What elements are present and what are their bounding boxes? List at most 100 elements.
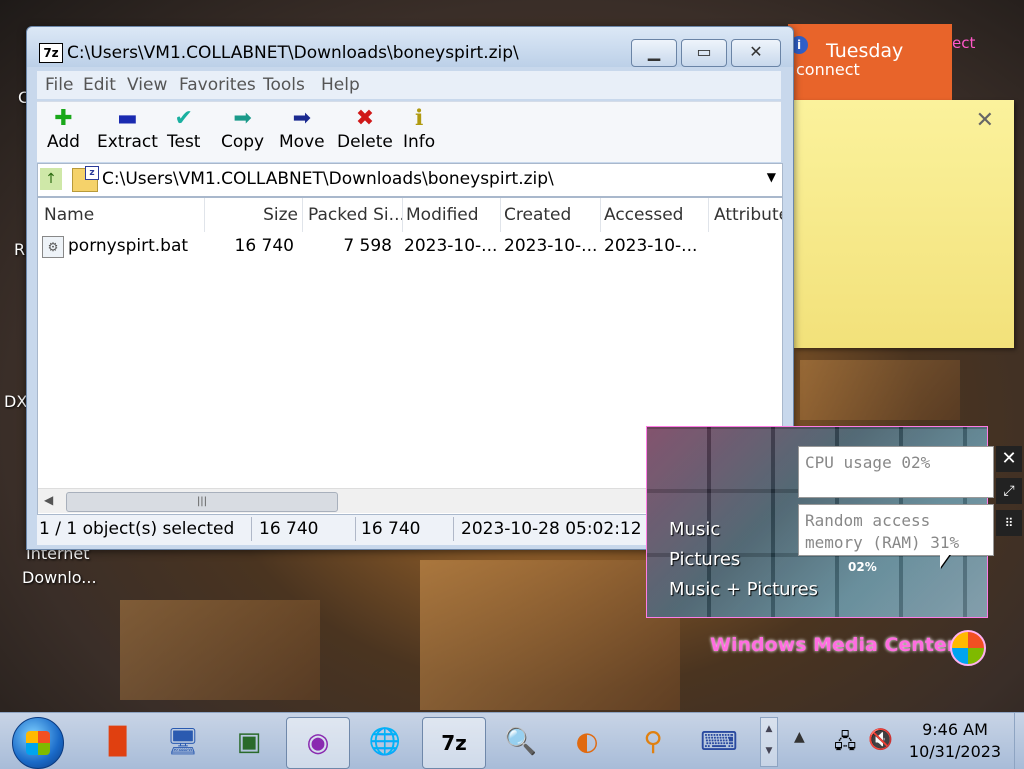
cpu-usage-label: CPU usage 02% bbox=[805, 453, 931, 472]
checkmark-icon: ✔ bbox=[174, 106, 193, 131]
table-row[interactable]: ⚙ pornyspirt.bat 16 740 7 598 2023-10-..… bbox=[38, 232, 782, 262]
close-button[interactable]: ✕ bbox=[731, 39, 781, 67]
magnifier-computer-icon[interactable]: 🔍 bbox=[490, 717, 552, 767]
close-icon[interactable]: ✕ bbox=[976, 108, 994, 133]
windows-logo-icon bbox=[26, 731, 50, 755]
scrollbar-thumb[interactable]: ||| bbox=[66, 492, 338, 512]
close-icon: ✕ bbox=[749, 42, 763, 61]
plus-icon: ✚ bbox=[54, 106, 73, 131]
scroll-left-icon[interactable]: ◀ bbox=[44, 493, 53, 507]
media-pictures[interactable]: Pictures bbox=[669, 549, 740, 570]
status-packed: 16 740 bbox=[361, 519, 421, 539]
window-title: C:\Users\VM1.COLLABNET\Downloads\boneysp… bbox=[67, 43, 519, 63]
calendar-day: Tuesday bbox=[826, 40, 904, 62]
cell-packed: 7 598 bbox=[343, 236, 392, 256]
menu-bar: File Edit View Favorites Tools Help bbox=[37, 71, 781, 99]
info-icon: ℹ bbox=[414, 106, 424, 131]
office-icon[interactable]: ▉ bbox=[88, 717, 150, 767]
batch-file-icon: ⚙ bbox=[42, 236, 64, 258]
column-header-name[interactable]: Name bbox=[38, 198, 205, 232]
ram-label-line1: Random access bbox=[805, 511, 931, 530]
desktop-icon-label[interactable]: R bbox=[14, 240, 25, 259]
chevron-down-icon[interactable]: ▼ bbox=[767, 170, 776, 184]
calendar-gadget[interactable]: i Tuesday connect bbox=[788, 24, 952, 104]
clock-date: 10/31/2023 bbox=[908, 742, 1002, 761]
search-icon[interactable]: ⚲ bbox=[622, 717, 684, 767]
move-arrow-icon: ➡ bbox=[292, 106, 312, 131]
delete-x-icon: ✖ bbox=[355, 106, 375, 131]
maximize-button[interactable]: ▭ bbox=[681, 39, 727, 67]
minimize-button[interactable]: ▁ bbox=[631, 39, 677, 67]
keyboard-icon[interactable]: ⌨ bbox=[688, 717, 750, 767]
extract-button[interactable]: ▬ Extract bbox=[97, 106, 158, 152]
extract-label: Extract bbox=[97, 132, 158, 152]
volume-muted-icon[interactable]: 🔇 bbox=[868, 727, 893, 751]
desktop-icon-label-download[interactable]: Downlo... bbox=[22, 568, 97, 587]
column-header-packed[interactable]: Packed Si... bbox=[302, 198, 403, 232]
7zip-taskbar-icon[interactable]: 7z bbox=[422, 717, 486, 769]
media-player-icon[interactable]: ◉ bbox=[286, 717, 350, 769]
show-desktop-button[interactable] bbox=[1014, 713, 1024, 769]
status-selected: 1 / 1 object(s) selected bbox=[39, 519, 235, 539]
ram-usage-meter: Random access memory (RAM) 31% bbox=[798, 504, 994, 556]
gadget-close-icon[interactable]: ✕ bbox=[996, 446, 1022, 472]
up-folder-icon[interactable]: ↑ bbox=[40, 168, 62, 190]
test-button[interactable]: ✔ Test bbox=[167, 106, 200, 152]
minimize-icon: ▁ bbox=[647, 42, 661, 61]
minus-icon: ▬ bbox=[117, 106, 138, 131]
cell-modified: 2023-10-... bbox=[404, 236, 496, 256]
column-header-created[interactable]: Created bbox=[500, 198, 601, 232]
window-app-icon[interactable]: ▣ bbox=[218, 717, 280, 767]
test-label: Test bbox=[167, 132, 201, 152]
firefox-icon[interactable]: ◐ bbox=[556, 717, 618, 767]
sticky-note[interactable]: ✕ bbox=[794, 100, 1014, 348]
cell-created: 2023-10-... bbox=[504, 236, 596, 256]
desktop-icon-label[interactable]: DX bbox=[4, 392, 27, 411]
column-header-size[interactable]: Size bbox=[204, 198, 303, 232]
move-label: Move bbox=[279, 132, 325, 152]
column-header-modified[interactable]: Modified bbox=[402, 198, 501, 232]
system-clock[interactable]: 9:46 AM 10/31/2023 bbox=[900, 719, 1010, 763]
media-center-brand: Windows Media Center bbox=[710, 634, 957, 656]
show-hidden-icons-icon[interactable]: ▲ bbox=[794, 729, 805, 745]
status-size: 16 740 bbox=[259, 519, 319, 539]
cell-name: pornyspirt.bat bbox=[68, 236, 189, 256]
windows-logo-icon[interactable] bbox=[950, 630, 986, 666]
info-button[interactable]: ℹ Info bbox=[403, 106, 435, 152]
address-text[interactable]: C:\Users\VM1.COLLABNET\Downloads\boneysp… bbox=[102, 169, 554, 189]
add-button[interactable]: ✚ Add bbox=[47, 106, 80, 152]
taskbar-scroll[interactable]: ▲ ▼ bbox=[760, 717, 778, 767]
gadget-drag-icon[interactable]: ⠿ bbox=[996, 510, 1022, 536]
delete-button[interactable]: ✖ Delete bbox=[337, 106, 393, 152]
archive-folder-icon: z bbox=[72, 166, 99, 192]
cpu-usage-meter: CPU usage 02% bbox=[798, 446, 994, 498]
cpu-percent: 02% bbox=[848, 560, 877, 574]
cell-size: 16 740 bbox=[234, 236, 294, 256]
computer-icon[interactable]: 🖥 bbox=[152, 717, 214, 767]
copy-label: Copy bbox=[221, 132, 265, 152]
move-button[interactable]: ➡ Move bbox=[279, 106, 325, 152]
copy-arrow-icon: ➡ bbox=[233, 106, 252, 131]
media-music-pictures[interactable]: Music + Pictures bbox=[669, 579, 818, 600]
gadget-resize-icon[interactable]: ⤢ bbox=[996, 478, 1022, 504]
menu-help[interactable]: Help bbox=[321, 75, 360, 95]
media-music[interactable]: Music bbox=[669, 519, 720, 540]
calendar-connect: connect bbox=[796, 60, 860, 79]
address-bar[interactable]: ↑ z C:\Users\VM1.COLLABNET\Downloads\bon… bbox=[37, 163, 783, 197]
network-icon[interactable]: 🖧 bbox=[834, 727, 856, 761]
start-button[interactable] bbox=[12, 717, 64, 769]
menu-edit[interactable]: Edit bbox=[83, 75, 116, 95]
menu-favorites[interactable]: Favorites bbox=[179, 75, 256, 95]
clock-time: 9:46 AM bbox=[922, 720, 988, 739]
taskbar: ▉ 🖥 ▣ ◉ 🌐 7z 🔍 ◐ ⚲ ⌨ ▲ ▼ ▲ 🖧 🔇 9:46 AM 10… bbox=[0, 712, 1024, 769]
download-manager-icon[interactable]: 🌐 bbox=[354, 717, 416, 767]
menu-tools[interactable]: Tools bbox=[263, 75, 305, 95]
copy-button[interactable]: ➡ Copy bbox=[221, 106, 264, 152]
column-header-accessed[interactable]: Accessed bbox=[600, 198, 709, 232]
menu-file[interactable]: File bbox=[45, 75, 73, 95]
menu-view[interactable]: View bbox=[127, 75, 167, 95]
7zip-app-icon: 7z bbox=[39, 43, 63, 63]
title-bar[interactable]: 7z C:\Users\VM1.COLLABNET\Downloads\bone… bbox=[27, 27, 793, 67]
maximize-icon: ▭ bbox=[696, 42, 712, 61]
column-header-attribute[interactable]: Attribute bbox=[708, 198, 782, 232]
